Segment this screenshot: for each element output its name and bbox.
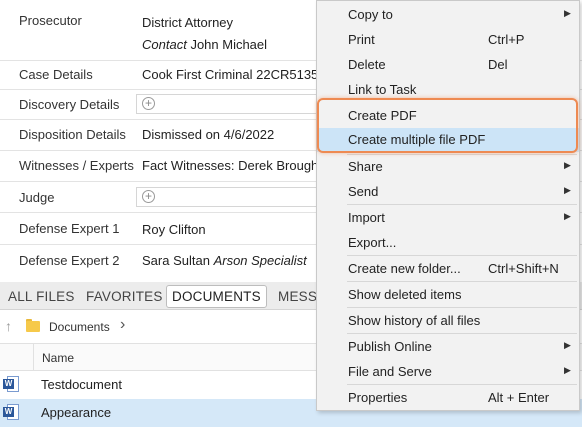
submenu-arrow-icon: ▶	[564, 365, 571, 375]
menu-item-print[interactable]: Print Ctrl+P	[317, 28, 579, 52]
context-menu: Copy to ▶ Print Ctrl+P Delete Del Link t…	[316, 0, 580, 411]
menu-item-import[interactable]: Import ▶	[317, 206, 579, 230]
word-document-icon: W	[3, 404, 19, 420]
judge-label: Judge	[19, 190, 55, 205]
menu-item-label: Show history of all files	[348, 313, 481, 328]
menu-item-file-and-serve[interactable]: File and Serve ▶	[317, 360, 579, 384]
tab-all-files[interactable]: ALL FILES	[3, 286, 80, 307]
expert-name: Sara Sultan	[142, 253, 210, 268]
menu-item-create-multiple-file-pdf[interactable]: Create multiple file PDF	[317, 128, 579, 152]
menu-item-delete[interactable]: Delete Del	[317, 53, 579, 77]
expert-role: Arson Specialist	[213, 253, 307, 268]
menu-item-label: File and Serve	[348, 364, 432, 379]
case-details-value[interactable]: Cook First Criminal 22CR51351	[142, 67, 326, 82]
discovery-details-field[interactable]: +	[136, 94, 326, 114]
menu-item-label: Create PDF	[348, 108, 417, 123]
menu-item-label: Import	[348, 210, 385, 225]
menu-item-label: Delete	[348, 57, 386, 72]
menu-item-show-deleted-items[interactable]: Show deleted items	[317, 283, 579, 307]
menu-item-label: Copy to	[348, 7, 393, 22]
menu-item-send[interactable]: Send ▶	[317, 180, 579, 204]
add-icon[interactable]: +	[142, 190, 155, 203]
menu-item-properties[interactable]: Properties Alt + Enter	[317, 386, 579, 410]
submenu-arrow-icon: ▶	[564, 185, 571, 195]
prosecutor-contact[interactable]: Contact John Michael	[142, 37, 267, 52]
tab-documents[interactable]: DOCUMENTS	[166, 285, 267, 308]
contact-name: John Michael	[190, 37, 268, 52]
defense-expert-1-value[interactable]: Roy Clifton	[142, 222, 206, 237]
word-document-icon: W	[3, 376, 19, 392]
case-details-label: Case Details	[19, 67, 93, 82]
defense-expert-1-label: Defense Expert 1	[19, 221, 120, 236]
folder-icon	[26, 319, 40, 332]
menu-item-show-history[interactable]: Show history of all files	[317, 309, 579, 333]
menu-item-shortcut: Del	[488, 57, 508, 72]
menu-item-shortcut: Ctrl+P	[488, 32, 525, 47]
defense-expert-2-label: Defense Expert 2	[19, 253, 120, 268]
menu-item-shortcut: Ctrl+Shift+N	[488, 261, 559, 276]
breadcrumb-documents[interactable]: Documents	[49, 320, 110, 334]
menu-separator	[347, 333, 577, 334]
tab-favorites[interactable]: FAVORITES	[81, 286, 168, 307]
disposition-details-label: Disposition Details	[19, 127, 126, 142]
discovery-details-label: Discovery Details	[19, 97, 120, 112]
judge-field[interactable]: +	[136, 187, 326, 207]
menu-item-label: Share	[348, 159, 383, 174]
up-arrow-icon[interactable]: ↑	[5, 318, 12, 334]
file-name[interactable]: Appearance	[41, 405, 111, 420]
witnesses-label: Witnesses / Experts	[19, 158, 134, 173]
submenu-arrow-icon: ▶	[564, 160, 571, 170]
chevron-right-icon[interactable]: ›	[120, 316, 125, 334]
prosecutor-name[interactable]: District Attorney	[142, 15, 233, 30]
menu-item-label: Publish Online	[348, 339, 432, 354]
menu-item-copy-to[interactable]: Copy to ▶	[317, 3, 579, 27]
prosecutor-label: Prosecutor	[19, 13, 82, 28]
submenu-arrow-icon: ▶	[564, 211, 571, 221]
file-name[interactable]: Testdocument	[41, 377, 122, 392]
column-header-name[interactable]: Name	[42, 351, 74, 365]
menu-item-create-pdf[interactable]: Create PDF	[317, 104, 579, 128]
menu-separator	[347, 204, 577, 205]
witnesses-value[interactable]: Fact Witnesses: Derek Broughton	[142, 158, 336, 173]
menu-item-link-to-task[interactable]: Link to Task	[317, 78, 579, 102]
menu-item-export[interactable]: Export...	[317, 231, 579, 255]
menu-item-publish-online[interactable]: Publish Online ▶	[317, 335, 579, 359]
add-icon[interactable]: +	[142, 97, 155, 110]
submenu-arrow-icon: ▶	[564, 340, 571, 350]
menu-item-label: Export...	[348, 235, 397, 250]
contact-label: Contact	[142, 37, 187, 52]
menu-separator	[347, 384, 577, 385]
menu-item-label: Send	[348, 184, 379, 199]
menu-item-share[interactable]: Share ▶	[317, 155, 579, 179]
menu-item-label: Create multiple file PDF	[348, 132, 486, 147]
menu-item-label: Create new folder...	[348, 261, 461, 276]
menu-separator	[347, 255, 577, 256]
menu-separator	[347, 281, 577, 282]
defense-expert-2-value[interactable]: Sara Sultan Arson Specialist	[142, 253, 307, 268]
menu-item-label: Show deleted items	[348, 287, 462, 302]
menu-item-label: Properties	[348, 390, 408, 405]
menu-separator	[347, 307, 577, 308]
menu-item-shortcut: Alt + Enter	[488, 390, 550, 405]
menu-item-label: Link to Task	[348, 82, 417, 97]
menu-item-label: Print	[348, 32, 375, 47]
disposition-details-value[interactable]: Dismissed on 4/6/2022	[142, 127, 274, 142]
menu-item-create-new-folder[interactable]: Create new folder... Ctrl+Shift+N	[317, 257, 579, 281]
submenu-arrow-icon: ▶	[564, 8, 571, 18]
